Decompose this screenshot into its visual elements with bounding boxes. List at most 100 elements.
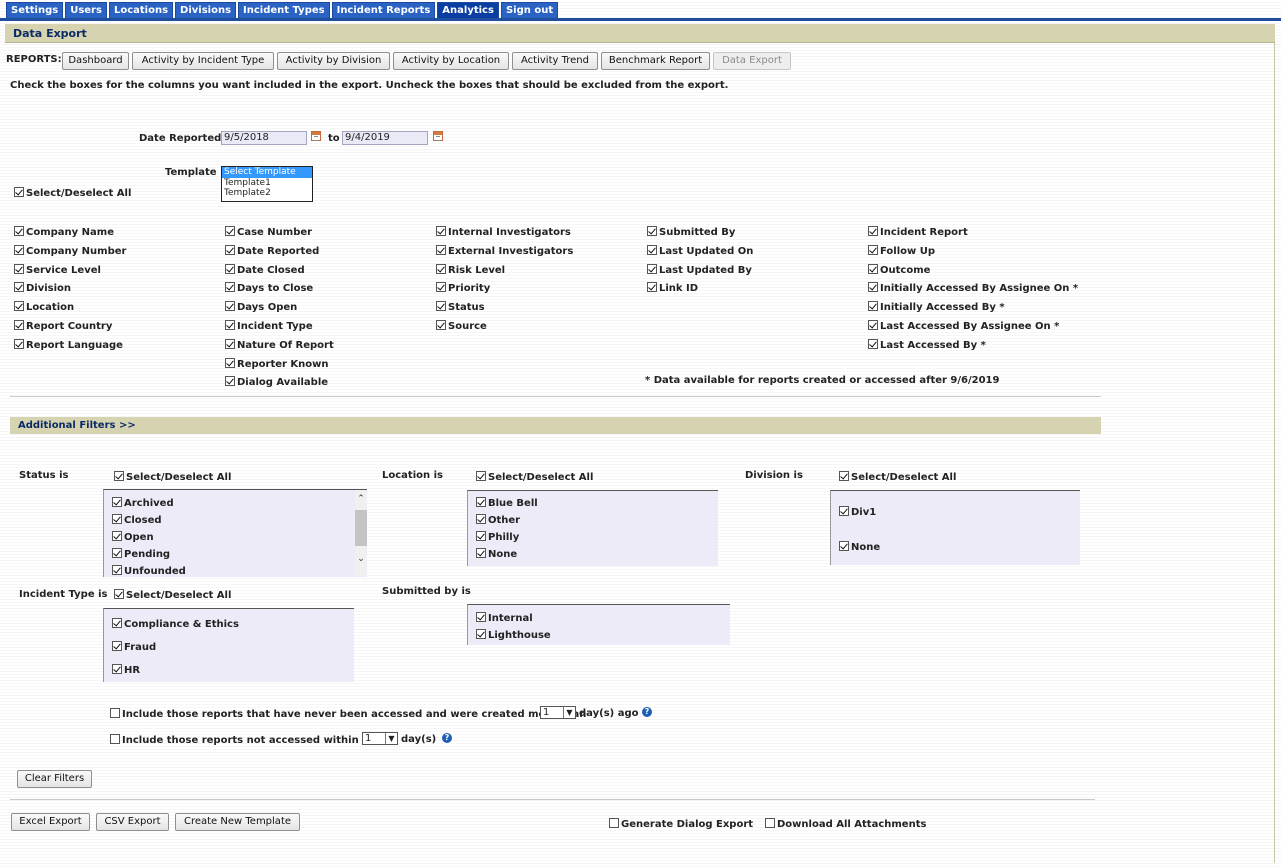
checkbox-icon[interactable] <box>14 245 24 255</box>
incident-type-option[interactable]: Compliance & Ethics <box>112 618 239 630</box>
submitted-by-option[interactable]: Internal <box>476 612 533 624</box>
column-checkbox[interactable]: Last Accessed By * <box>868 339 986 351</box>
checkbox-icon[interactable] <box>868 245 878 255</box>
scrollbar-thumb[interactable] <box>355 510 367 546</box>
checkbox-icon[interactable] <box>647 264 657 274</box>
checkbox-icon[interactable] <box>225 376 235 386</box>
column-checkbox[interactable]: Submitted By <box>647 226 735 238</box>
status-option[interactable]: Archived <box>112 497 174 509</box>
select-all-checkbox[interactable]: Select/Deselect All <box>14 187 131 199</box>
tab-incident-reports[interactable]: Incident Reports <box>331 2 436 18</box>
checkbox-icon[interactable] <box>436 226 446 236</box>
column-checkbox[interactable]: Initially Accessed By Assignee On * <box>868 282 1078 294</box>
column-checkbox[interactable]: Source <box>436 320 487 332</box>
checkbox-icon[interactable] <box>868 320 878 330</box>
status-scrollbar[interactable]: ⌃ ⌄ <box>355 490 367 576</box>
checkbox-icon[interactable] <box>436 282 446 292</box>
column-checkbox[interactable]: Last Updated On <box>647 245 753 257</box>
checkbox-icon[interactable] <box>436 320 446 330</box>
never-accessed-days-select[interactable]: 1 ▼ <box>540 706 576 719</box>
dashboard-button[interactable]: Dashboard <box>62 52 129 70</box>
checkbox-icon[interactable] <box>868 226 878 236</box>
checkbox-icon[interactable] <box>647 282 657 292</box>
checkbox-icon[interactable] <box>14 264 24 274</box>
checkbox-icon[interactable] <box>436 245 446 255</box>
not-accessed-checkbox[interactable]: Include those reports not accessed withi… <box>110 734 387 746</box>
checkbox-icon[interactable] <box>112 531 122 541</box>
checkbox-icon[interactable] <box>868 301 878 311</box>
checkbox-icon[interactable] <box>765 818 775 828</box>
checkbox-icon[interactable] <box>112 548 122 558</box>
checkbox-icon[interactable] <box>839 471 849 481</box>
incident-type-listbox[interactable]: Compliance & Ethics Fraud HR <box>103 608 354 682</box>
help-icon[interactable]: ? <box>442 733 452 743</box>
column-checkbox[interactable]: Service Level <box>14 264 101 276</box>
help-icon[interactable]: ? <box>642 707 652 717</box>
checkbox-icon[interactable] <box>225 226 235 236</box>
status-option[interactable]: Pending <box>112 548 170 560</box>
location-option[interactable]: Other <box>476 514 520 526</box>
checkbox-icon[interactable] <box>112 618 122 628</box>
download-all-attachments-checkbox[interactable]: Download All Attachments <box>765 818 926 830</box>
checkbox-icon[interactable] <box>476 497 486 507</box>
column-checkbox[interactable]: Nature Of Report <box>225 339 334 351</box>
checkbox-icon[interactable] <box>225 339 235 349</box>
activity-by-incident-type-button[interactable]: Activity by Incident Type <box>132 52 274 70</box>
tab-divisions[interactable]: Divisions <box>175 2 237 18</box>
location-select-all-checkbox[interactable]: Select/Deselect All <box>476 471 593 483</box>
checkbox-icon[interactable] <box>225 245 235 255</box>
division-select-all-checkbox[interactable]: Select/Deselect All <box>839 471 956 483</box>
column-checkbox[interactable]: Risk Level <box>436 264 505 276</box>
checkbox-icon[interactable] <box>112 664 122 674</box>
excel-export-button[interactable]: Excel Export <box>11 813 90 831</box>
checkbox-icon[interactable] <box>225 282 235 292</box>
column-checkbox[interactable]: Follow Up <box>868 245 935 257</box>
checkbox-icon[interactable] <box>647 245 657 255</box>
checkbox-icon[interactable] <box>436 264 446 274</box>
column-checkbox[interactable]: External Investigators <box>436 245 573 257</box>
checkbox-icon[interactable] <box>112 565 122 575</box>
checkbox-icon[interactable] <box>112 514 122 524</box>
submitted-by-option[interactable]: Lighthouse <box>476 629 551 641</box>
checkbox-icon[interactable] <box>110 734 120 744</box>
column-checkbox[interactable]: Case Number <box>225 226 312 238</box>
additional-filters-toggle[interactable]: Additional Filters >> <box>10 417 1101 434</box>
not-accessed-days-select[interactable]: 1 ▼ <box>362 732 398 745</box>
checkbox-icon[interactable] <box>476 548 486 558</box>
column-checkbox[interactable]: Priority <box>436 282 490 294</box>
location-listbox[interactable]: Blue Bell Other Philly None <box>467 490 718 566</box>
checkbox-icon[interactable] <box>647 226 657 236</box>
tab-locations[interactable]: Locations <box>108 2 174 18</box>
checkbox-icon[interactable] <box>476 531 486 541</box>
checkbox-icon[interactable] <box>225 301 235 311</box>
checkbox-icon[interactable] <box>112 497 122 507</box>
checkbox-icon[interactable] <box>14 282 24 292</box>
tab-sign-out[interactable]: Sign out <box>500 2 559 18</box>
create-new-template-button[interactable]: Create New Template <box>175 813 300 831</box>
calendar-icon[interactable] <box>311 131 321 141</box>
column-checkbox[interactable]: Link ID <box>647 282 698 294</box>
template-option[interactable]: Select Template <box>222 167 312 178</box>
checkbox-icon[interactable] <box>110 708 120 718</box>
checkbox-icon[interactable] <box>225 320 235 330</box>
activity-trend-button[interactable]: Activity Trend <box>512 52 598 70</box>
tab-incident-types[interactable]: Incident Types <box>238 2 330 18</box>
checkbox-icon[interactable] <box>14 226 24 236</box>
template-option[interactable]: Template2 <box>222 188 312 199</box>
checkbox-icon[interactable] <box>839 541 849 551</box>
checkbox-icon[interactable] <box>476 629 486 639</box>
chevron-down-icon[interactable]: ▼ <box>385 733 397 744</box>
template-select[interactable]: Select Template Template1 Template2 <box>221 166 313 202</box>
column-checkbox[interactable]: Report Country <box>14 320 112 332</box>
location-option[interactable]: Philly <box>476 531 519 543</box>
csv-export-button[interactable]: CSV Export <box>96 813 169 831</box>
tab-settings[interactable]: Settings <box>6 2 64 18</box>
incident-type-select-all-checkbox[interactable]: Select/Deselect All <box>114 589 231 601</box>
checkbox-icon[interactable] <box>225 264 235 274</box>
column-checkbox[interactable]: Outcome <box>868 264 930 276</box>
checkbox-icon[interactable] <box>225 358 235 368</box>
checkbox-icon[interactable] <box>436 301 446 311</box>
column-checkbox[interactable]: Last Accessed By Assignee On * <box>868 320 1059 332</box>
status-option[interactable]: Closed <box>112 514 162 526</box>
column-checkbox[interactable]: Reporter Known <box>225 358 329 370</box>
